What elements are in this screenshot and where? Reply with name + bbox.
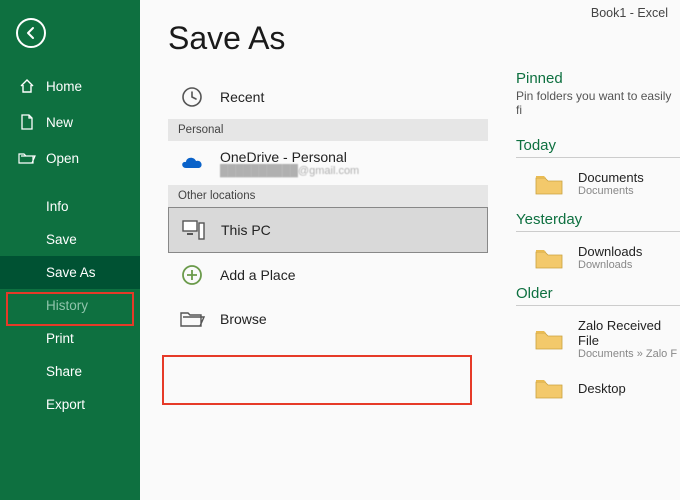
folder-path: Documents » Zalo F	[578, 348, 680, 360]
location-recent[interactable]: Recent	[168, 75, 488, 119]
group-older: Older	[516, 285, 680, 306]
sidebar-item-new[interactable]: New	[0, 104, 140, 140]
this-pc-icon	[179, 216, 207, 244]
sidebar-item-home[interactable]: Home	[0, 68, 140, 104]
section-header-other: Other locations	[168, 185, 488, 207]
page-title: Save As	[168, 20, 488, 57]
sidebar-item-open[interactable]: Open	[0, 140, 140, 176]
folder-path: Downloads	[578, 259, 642, 271]
folder-name: Documents	[578, 170, 644, 185]
sidebar-item-label: History	[46, 298, 88, 313]
open-folder-icon	[18, 149, 36, 167]
sidebar-item-label: New	[46, 115, 73, 130]
location-browse[interactable]: Browse	[168, 297, 488, 341]
arrow-left-icon	[24, 26, 38, 40]
sidebar-item-label: Export	[46, 397, 85, 412]
sidebar-item-print[interactable]: Print	[0, 322, 140, 355]
folder-icon	[534, 172, 564, 196]
save-locations-column: Save As Recent Personal OneDrive - Perso…	[168, 20, 488, 500]
sidebar-item-label: Save	[46, 232, 77, 247]
location-label: Browse	[220, 311, 267, 327]
sidebar-item-export[interactable]: Export	[0, 388, 140, 421]
group-yesterday: Yesterday	[516, 211, 680, 232]
folder-zalo[interactable]: Zalo Received File Documents » Zalo F	[516, 310, 680, 368]
sidebar-item-info[interactable]: Info	[0, 190, 140, 223]
window-title: Book1 - Excel	[140, 0, 680, 20]
folder-name: Downloads	[578, 244, 642, 259]
sidebar-item-history[interactable]: History	[0, 289, 140, 322]
back-button[interactable]	[16, 18, 46, 48]
location-this-pc[interactable]: This PC	[168, 207, 488, 253]
recent-folders-column: Pinned Pin folders you want to easily fi…	[488, 20, 680, 500]
pinned-header: Pinned	[516, 70, 680, 87]
add-place-icon	[178, 261, 206, 289]
folder-icon	[534, 246, 564, 270]
sidebar-item-label: Save As	[46, 265, 96, 280]
location-label: OneDrive - Personal	[220, 149, 359, 165]
sidebar-item-label: Print	[46, 331, 74, 346]
browse-folder-icon	[178, 305, 206, 333]
sidebar-item-label: Share	[46, 364, 82, 379]
new-file-icon	[18, 113, 36, 131]
location-label: Add a Place	[220, 267, 296, 283]
folder-name: Zalo Received File	[578, 318, 680, 348]
main-panel: Book1 - Excel Save As Recent Personal On…	[140, 0, 680, 500]
sidebar-item-label: Info	[46, 199, 69, 214]
sidebar-item-save[interactable]: Save	[0, 223, 140, 256]
folder-downloads[interactable]: Downloads Downloads	[516, 236, 680, 279]
sidebar-item-label: Home	[46, 79, 82, 94]
onedrive-icon	[178, 149, 206, 177]
home-icon	[18, 77, 36, 95]
location-onedrive[interactable]: OneDrive - Personal ██████████@gmail.com	[168, 141, 488, 185]
folder-path: Documents	[578, 185, 644, 197]
folder-name: Desktop	[578, 381, 626, 396]
group-today: Today	[516, 137, 680, 158]
location-label: Recent	[220, 89, 264, 105]
section-header-personal: Personal	[168, 119, 488, 141]
pinned-description: Pin folders you want to easily fi	[516, 89, 680, 117]
folder-documents[interactable]: Documents Documents	[516, 162, 680, 205]
location-add-place[interactable]: Add a Place	[168, 253, 488, 297]
folder-desktop[interactable]: Desktop	[516, 368, 680, 408]
folder-icon	[534, 376, 564, 400]
sidebar-item-save-as[interactable]: Save As	[0, 256, 140, 289]
folder-icon	[534, 327, 564, 351]
backstage-sidebar: Home New Open Info Save Save As History …	[0, 0, 140, 500]
sidebar-item-label: Open	[46, 151, 79, 166]
clock-icon	[178, 83, 206, 111]
sidebar-item-share[interactable]: Share	[0, 355, 140, 388]
location-sublabel: ██████████@gmail.com	[220, 165, 359, 177]
location-label: This PC	[221, 222, 271, 238]
